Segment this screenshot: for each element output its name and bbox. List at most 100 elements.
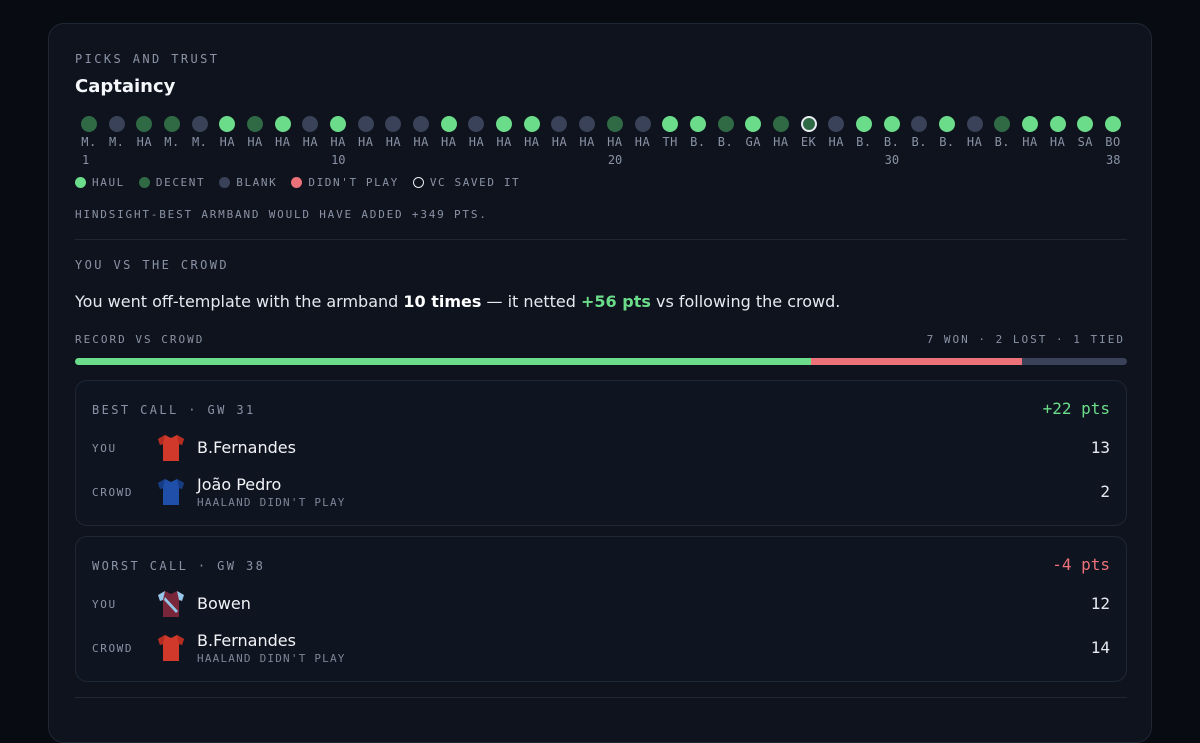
net-points: +56 pts — [581, 292, 651, 311]
legend-label: HAUL — [92, 175, 125, 189]
captain-initials: B. — [939, 135, 955, 149]
captain-initials: B. — [717, 135, 734, 149]
crowd-tag: CROWD — [92, 486, 134, 499]
captain-initials: EK — [800, 135, 817, 149]
gameweek-axis-number: 30 — [884, 153, 900, 167]
legend-swatch — [75, 176, 86, 188]
captain-initials: M. — [191, 135, 208, 149]
best-call-title: BEST CALL · GW 31 — [92, 403, 256, 417]
captain-initials: M. — [108, 135, 125, 149]
gameweek-32-captain: B. — [933, 116, 961, 149]
captain-result-dot — [800, 116, 817, 132]
captain-result-dot — [1049, 116, 1066, 132]
captain-initials: HA — [136, 135, 153, 149]
captain-initials: HA — [468, 135, 485, 149]
jersey-icon — [158, 635, 184, 661]
record-summary: 7 WON · 2 LOST · 1 TIED — [926, 333, 1125, 346]
captain-initials: HA — [966, 135, 983, 149]
timeline-legend: HAUL DECENT BLANK DIDN'T PLAY VC SAVED IT — [75, 174, 520, 190]
worst-call-title: WORST CALL · GW 38 — [92, 559, 266, 573]
best-call-delta: +22 pts — [1042, 399, 1110, 418]
gameweek-24-captain: B. — [712, 116, 740, 149]
gameweek-21-captain: HA — [629, 116, 657, 149]
bar-segment-lost — [811, 358, 1022, 365]
legend-item-haul: HAUL — [75, 176, 125, 189]
captain-initials: HA — [247, 135, 263, 149]
gameweek-axis-number: 20 — [607, 153, 623, 167]
gameweek-10-captain: HA — [324, 116, 352, 149]
gameweek-14-captain: HA — [435, 116, 463, 149]
player-score: 14 — [1090, 638, 1110, 657]
sentence-part: vs following the crowd. — [650, 292, 841, 311]
jersey-icon — [158, 479, 184, 505]
legend-label: DECENT — [155, 175, 206, 189]
gameweek-3-captain: HA — [130, 116, 158, 149]
jersey-icon — [158, 435, 184, 461]
gameweek-23-captain: B. — [684, 116, 712, 149]
player-score: 12 — [1090, 594, 1110, 613]
captain-initials: HA — [219, 135, 236, 149]
gameweek-28-captain: HA — [822, 116, 850, 149]
captain-result-dot — [330, 116, 347, 132]
gameweek-15-captain: HA — [462, 116, 490, 149]
captain-result-dot — [634, 116, 651, 132]
captain-initials: HA — [274, 135, 291, 149]
bar-segment-won — [75, 358, 812, 365]
gameweek-22-captain: TH — [656, 116, 684, 149]
bar-segment-tied — [1021, 358, 1127, 365]
section-title: Captaincy — [75, 76, 176, 97]
captain-initials: B. — [994, 135, 1011, 149]
crowd-eyebrow: YOU VS THE CROWD — [75, 258, 229, 272]
captain-initials: HA — [413, 135, 429, 149]
gameweek-12-captain: HA — [379, 116, 407, 149]
captain-initials: M. — [164, 135, 180, 149]
captain-initials: B. — [690, 135, 706, 149]
captain-result-dot — [108, 116, 125, 132]
captain-result-dot — [191, 116, 208, 132]
captain-initials: HA — [358, 135, 374, 149]
legend-item-didnt-play: DIDN'T PLAY — [291, 176, 398, 189]
gameweek-16-captain: HA — [490, 116, 518, 149]
player-score: 2 — [1100, 482, 1110, 501]
captain-result-dot — [606, 116, 623, 132]
captain-result-dot — [164, 116, 181, 132]
section-divider — [75, 239, 1127, 240]
gameweek-9-captain: HA — [296, 116, 324, 149]
captain-initials: HA — [441, 135, 457, 149]
captain-initials: HA — [524, 135, 540, 149]
off-template-count: 10 times — [403, 292, 482, 311]
captain-result-dot — [468, 116, 485, 132]
captain-result-dot — [717, 116, 734, 132]
captain-initials: BO — [1105, 135, 1121, 149]
gameweek-29-captain: B. — [850, 116, 878, 149]
legend-item-blank: BLANK — [219, 176, 277, 189]
captain-initials: HA — [302, 135, 319, 149]
captain-result-dot — [745, 116, 762, 132]
captain-result-dot — [662, 116, 679, 132]
captain-initials: SA — [1077, 135, 1094, 149]
captain-result-dot — [1077, 116, 1094, 132]
legend-label: VC SAVED IT — [429, 175, 521, 189]
captain-result-dot — [855, 116, 872, 132]
captain-result-dot — [302, 116, 319, 132]
you-tag: YOU — [92, 442, 117, 455]
captain-result-dot — [689, 116, 706, 132]
captain-initials: B. — [883, 135, 900, 149]
gameweek-36-captain: HA — [1044, 116, 1072, 149]
gameweek-8-captain: HA — [269, 116, 297, 149]
gameweek-11-captain: HA — [352, 116, 380, 149]
captain-result-dot — [523, 116, 540, 132]
captain-initials: HA — [330, 135, 346, 149]
gameweek-18-captain: HA — [545, 116, 573, 149]
legend-swatch — [138, 176, 150, 188]
captain-result-dot — [440, 116, 457, 132]
gameweek-13-captain: HA — [407, 116, 435, 149]
captain-initials: HA — [551, 135, 568, 149]
gameweek-27-captain: EK — [795, 116, 823, 149]
gameweek-35-captain: HA — [1016, 116, 1044, 149]
captain-result-dot — [357, 116, 374, 132]
gameweek-axis-number: 10 — [331, 153, 346, 167]
captain-result-dot — [579, 116, 596, 132]
captain-result-dot — [994, 116, 1011, 132]
gameweek-4-captain: M. — [158, 116, 186, 149]
